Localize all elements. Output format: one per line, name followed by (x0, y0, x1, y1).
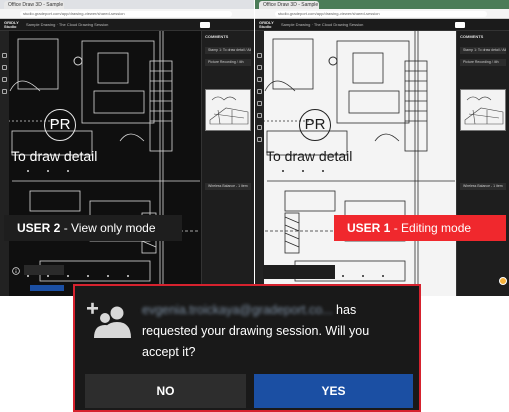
panel-heading: COMMENTS (205, 34, 229, 39)
requester-email: evgenia.troickaya@gradeport.co... (142, 303, 333, 317)
canvas-annotation-text: To draw detail (266, 148, 353, 164)
app-top-bar: GRIDLY Studio Sample Drawing · The Cloud… (0, 19, 254, 31)
app-logo: GRIDLY Studio (4, 20, 19, 29)
share-button[interactable] (200, 22, 210, 28)
user-avatar-badge[interactable] (499, 277, 507, 285)
panel-row[interactable]: Picture Recording / 4th (205, 59, 251, 66)
user2-screen-view-only: Office Draw 3D - Sample A1 studio.gradep… (0, 0, 254, 296)
drawing-toolbar (255, 31, 264, 296)
comments-panel: COMMENTS Stamp 1: To draw detail / Aiken… (201, 31, 254, 296)
browser-tab-strip: Office Draw 3D - Sample A1 (0, 0, 254, 9)
tool-icon[interactable] (257, 113, 262, 118)
panel-heading: COMMENTS (460, 34, 484, 39)
no-button[interactable]: NO (85, 374, 246, 408)
tool-icon[interactable] (2, 65, 7, 70)
notification-strip (263, 265, 335, 279)
info-icon[interactable] (12, 267, 20, 275)
canvas-annotation-text: To draw detail (11, 148, 98, 164)
yes-button[interactable]: YES (254, 374, 413, 408)
drawing-toolbar (0, 31, 9, 296)
mode-user: USER 1 (347, 221, 391, 235)
tool-icon[interactable] (257, 125, 262, 130)
pr-marker: PR (299, 109, 331, 141)
app-top-bar: GRIDLY Studio Sample Drawing · The Cloud… (255, 19, 509, 31)
session-request-dialog: evgenia.troickaya@gradeport.co... has re… (73, 284, 421, 412)
sketch-drawing (464, 96, 504, 125)
tool-icon[interactable] (2, 53, 7, 58)
mode-text: - Editing mode (390, 221, 472, 235)
url-field[interactable]: studio.gradeport.com/app/drawing-viewer/… (275, 11, 487, 17)
tool-icon[interactable] (257, 137, 262, 142)
pr-marker: PR (44, 109, 76, 141)
sketch-thumbnail (460, 89, 506, 131)
panel-row[interactable]: Wireless Balance - 1 item (205, 183, 251, 190)
message-part-2: requested your drawing session. Will you (142, 324, 370, 338)
message-part-3: accept it? (142, 345, 196, 359)
share-button[interactable] (455, 22, 465, 28)
panel-row[interactable]: Stamp 1: To draw detail / Aiken Chase (205, 47, 251, 54)
mode-text: - View only mode (60, 221, 156, 235)
tool-icon[interactable] (2, 77, 7, 82)
tool-icon[interactable] (257, 53, 262, 58)
tool-icon[interactable] (257, 77, 262, 82)
panel-row[interactable]: Stamp 1: To draw detail / Aiken Chase (460, 47, 506, 54)
browser-tab-strip: Office Draw 3D - Sample A1 (255, 0, 509, 9)
notification-strip (24, 265, 64, 275)
drawing-canvas[interactable]: PR To draw detail (255, 31, 456, 296)
editing-mode-label: USER 1 - Editing mode (334, 215, 506, 241)
browser-address-bar: studio.gradeport.com/app/drawing-viewer/… (0, 9, 254, 19)
comments-panel: COMMENTS Stamp 1: To draw detail / Aiken… (456, 31, 509, 296)
breadcrumb: Sample Drawing · The Cloud Drawing Sessi… (281, 22, 364, 27)
breadcrumb: Sample Drawing · The Cloud Drawing Sessi… (26, 22, 109, 27)
tool-icon[interactable] (2, 89, 7, 94)
sketch-drawing (209, 96, 249, 125)
url-field[interactable]: studio.gradeport.com/app/drawing-viewer/… (20, 11, 232, 17)
dialog-message: evgenia.troickaya@gradeport.co... has re… (142, 300, 407, 363)
app-logo: GRIDLY Studio (259, 20, 274, 29)
tool-icon[interactable] (257, 89, 262, 94)
drawing-canvas[interactable]: PR To draw detail USER 2 - View only mod… (0, 31, 201, 296)
browser-tab[interactable]: Office Draw 3D - Sample A1 (259, 1, 319, 9)
browser-address-bar: studio.gradeport.com/app/drawing-viewer/… (255, 9, 509, 19)
tool-icon[interactable] (257, 101, 262, 106)
user1-screen-editing: Office Draw 3D - Sample A1 studio.gradep… (255, 0, 509, 296)
action-button[interactable] (30, 285, 64, 291)
view-only-mode-label: USER 2 - View only mode (4, 215, 182, 241)
message-part-1: has (332, 303, 357, 317)
tool-icon[interactable] (257, 65, 262, 70)
mode-user: USER 2 (17, 221, 61, 235)
sketch-thumbnail (205, 89, 251, 131)
panel-row[interactable]: Wireless Balance - 1 item (460, 183, 506, 190)
panel-row[interactable]: Picture Recording / 4th (460, 59, 506, 66)
browser-tab[interactable]: Office Draw 3D - Sample A1 (4, 1, 64, 9)
add-user-icon (87, 302, 131, 338)
